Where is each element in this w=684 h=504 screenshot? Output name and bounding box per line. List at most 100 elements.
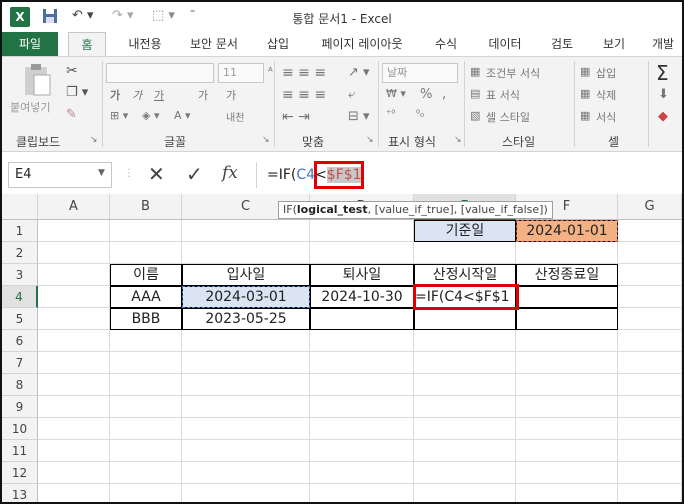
cell-b7[interactable] [110, 352, 182, 374]
cell-g13[interactable] [618, 484, 682, 502]
cell-c3[interactable]: 입사일 [182, 264, 310, 286]
format-as-table-icon[interactable]: ▤ [470, 87, 480, 100]
border-icon[interactable]: ⊞ ▾ [110, 109, 128, 122]
align-left-icon[interactable]: ≡ ≡ ≡ [282, 87, 326, 103]
cell-g8[interactable] [618, 374, 682, 396]
cell-a3[interactable] [38, 264, 110, 286]
insert-cells-icon[interactable]: ▦ [580, 65, 590, 78]
cell-a5[interactable] [38, 308, 110, 330]
percent-button[interactable]: % [420, 87, 432, 102]
cell-e11[interactable] [414, 440, 516, 462]
cell-b12[interactable] [110, 462, 182, 484]
delete-cells-icon[interactable]: ▦ [580, 87, 590, 100]
cell-g5[interactable] [618, 308, 682, 330]
decrease-decimal-icon[interactable]: ⁰₀ [416, 109, 424, 120]
alignment-launcher-icon[interactable]: ↘ [366, 135, 374, 145]
underline-button[interactable]: 가 [154, 87, 164, 103]
row-header-6[interactable]: 6 [2, 330, 38, 352]
cell-g10[interactable] [618, 418, 682, 440]
tab-insert[interactable]: 삽입 [258, 32, 298, 56]
cell-a1[interactable] [38, 220, 110, 242]
cell-f4[interactable] [516, 286, 618, 308]
cell-d2[interactable] [310, 242, 414, 264]
cell-b6[interactable] [110, 330, 182, 352]
comma-style-icon[interactable]: , [442, 87, 446, 102]
cell-g7[interactable] [618, 352, 682, 374]
cell-a9[interactable] [38, 396, 110, 418]
cell-b1[interactable] [110, 220, 182, 242]
indent-icon[interactable]: ⇤ ⇥ [282, 109, 310, 125]
tab-developer[interactable]: 개발 [644, 32, 682, 56]
cell-a10[interactable] [38, 418, 110, 440]
format-cells-icon[interactable]: ▦ [580, 109, 590, 122]
increase-decimal-icon[interactable]: ⁺⁰ [386, 109, 395, 120]
cell-c13[interactable] [182, 484, 310, 502]
align-top-icon[interactable]: ≡ ≡ ≡ [282, 65, 326, 81]
paste-button[interactable]: 붙여넣기 [10, 99, 50, 115]
worksheet-grid[interactable]: ABCDEFG1기준일2024-01-0123이름입사일퇴사일산정시작일산정종료… [2, 194, 682, 502]
cell-e12[interactable] [414, 462, 516, 484]
column-header-a[interactable]: A [38, 194, 110, 220]
cell-c5[interactable]: 2023-05-25 [182, 308, 310, 330]
cell-b13[interactable] [110, 484, 182, 502]
cancel-icon[interactable]: ✕ [148, 162, 165, 186]
row-header-8[interactable]: 8 [2, 374, 38, 396]
cell-c11[interactable] [182, 440, 310, 462]
cell-b9[interactable] [110, 396, 182, 418]
cell-a11[interactable] [38, 440, 110, 462]
cell-f1[interactable]: 2024-01-01 [516, 220, 618, 242]
font-size-combo[interactable]: 11 [218, 63, 264, 83]
cell-e7[interactable] [414, 352, 516, 374]
fill-icon[interactable]: ⬇ [658, 87, 669, 102]
cell-g9[interactable] [618, 396, 682, 418]
grow-font-button[interactable]: 가 [198, 87, 208, 103]
cell-d11[interactable] [310, 440, 414, 462]
select-all-corner[interactable] [2, 194, 38, 220]
delete-cells-button[interactable]: 삭제 [596, 87, 616, 103]
autosum-icon[interactable]: Σ [656, 61, 669, 85]
cell-d3[interactable]: 퇴사일 [310, 264, 414, 286]
tab-file[interactable]: 파일 [2, 32, 58, 56]
cell-e5[interactable] [414, 308, 516, 330]
bold-button[interactable]: 가 [110, 87, 120, 103]
italic-button[interactable]: 가 [132, 87, 142, 103]
conditional-formatting-button[interactable]: 조건부 서식 [486, 65, 540, 81]
insert-cells-button[interactable]: 삽입 [596, 65, 616, 81]
row-header-9[interactable]: 9 [2, 396, 38, 418]
cell-b4[interactable]: AAA [110, 286, 182, 308]
cell-b2[interactable] [110, 242, 182, 264]
wrap-text-icon[interactable]: ⤶ [348, 87, 355, 102]
name-box[interactable]: E4 [8, 162, 112, 188]
cell-c8[interactable] [182, 374, 310, 396]
format-as-table-button[interactable]: 표 서식 [486, 87, 520, 103]
cell-styles-button[interactable]: 셀 스타일 [486, 109, 530, 125]
cell-f6[interactable] [516, 330, 618, 352]
font-color-icon[interactable]: A ▾ [174, 109, 191, 122]
cell-b5[interactable]: BBB [110, 308, 182, 330]
enter-icon[interactable]: ✓ [186, 162, 203, 186]
cell-d12[interactable] [310, 462, 414, 484]
cell-g2[interactable] [618, 242, 682, 264]
row-header-11[interactable]: 11 [2, 440, 38, 462]
cell-d6[interactable] [310, 330, 414, 352]
tab-home[interactable]: 홈 [68, 32, 106, 56]
cell-e1[interactable]: 기준일 [414, 220, 516, 242]
copy-icon[interactable]: ❐ ▾ [66, 85, 88, 100]
tab-view[interactable]: 보기 [594, 32, 634, 56]
tab-data[interactable]: 데이터 [482, 32, 528, 56]
grow-font-icon[interactable]: ᴬ [268, 65, 273, 78]
cell-d9[interactable] [310, 396, 414, 418]
cell-b3[interactable]: 이름 [110, 264, 182, 286]
row-header-13[interactable]: 13 [2, 484, 38, 502]
cell-f12[interactable] [516, 462, 618, 484]
cell-e2[interactable] [414, 242, 516, 264]
cell-c6[interactable] [182, 330, 310, 352]
name-box-dropdown-icon[interactable]: ▼ [98, 168, 105, 178]
cell-e3[interactable]: 산정시작일 [414, 264, 516, 286]
tab-formulas[interactable]: 수식 [424, 32, 468, 56]
cell-c2[interactable] [182, 242, 310, 264]
phonetic-button[interactable]: 내천 [226, 109, 244, 124]
cell-d4[interactable]: 2024-10-30 [310, 286, 414, 308]
cell-c9[interactable] [182, 396, 310, 418]
cell-d1[interactable] [310, 220, 414, 242]
